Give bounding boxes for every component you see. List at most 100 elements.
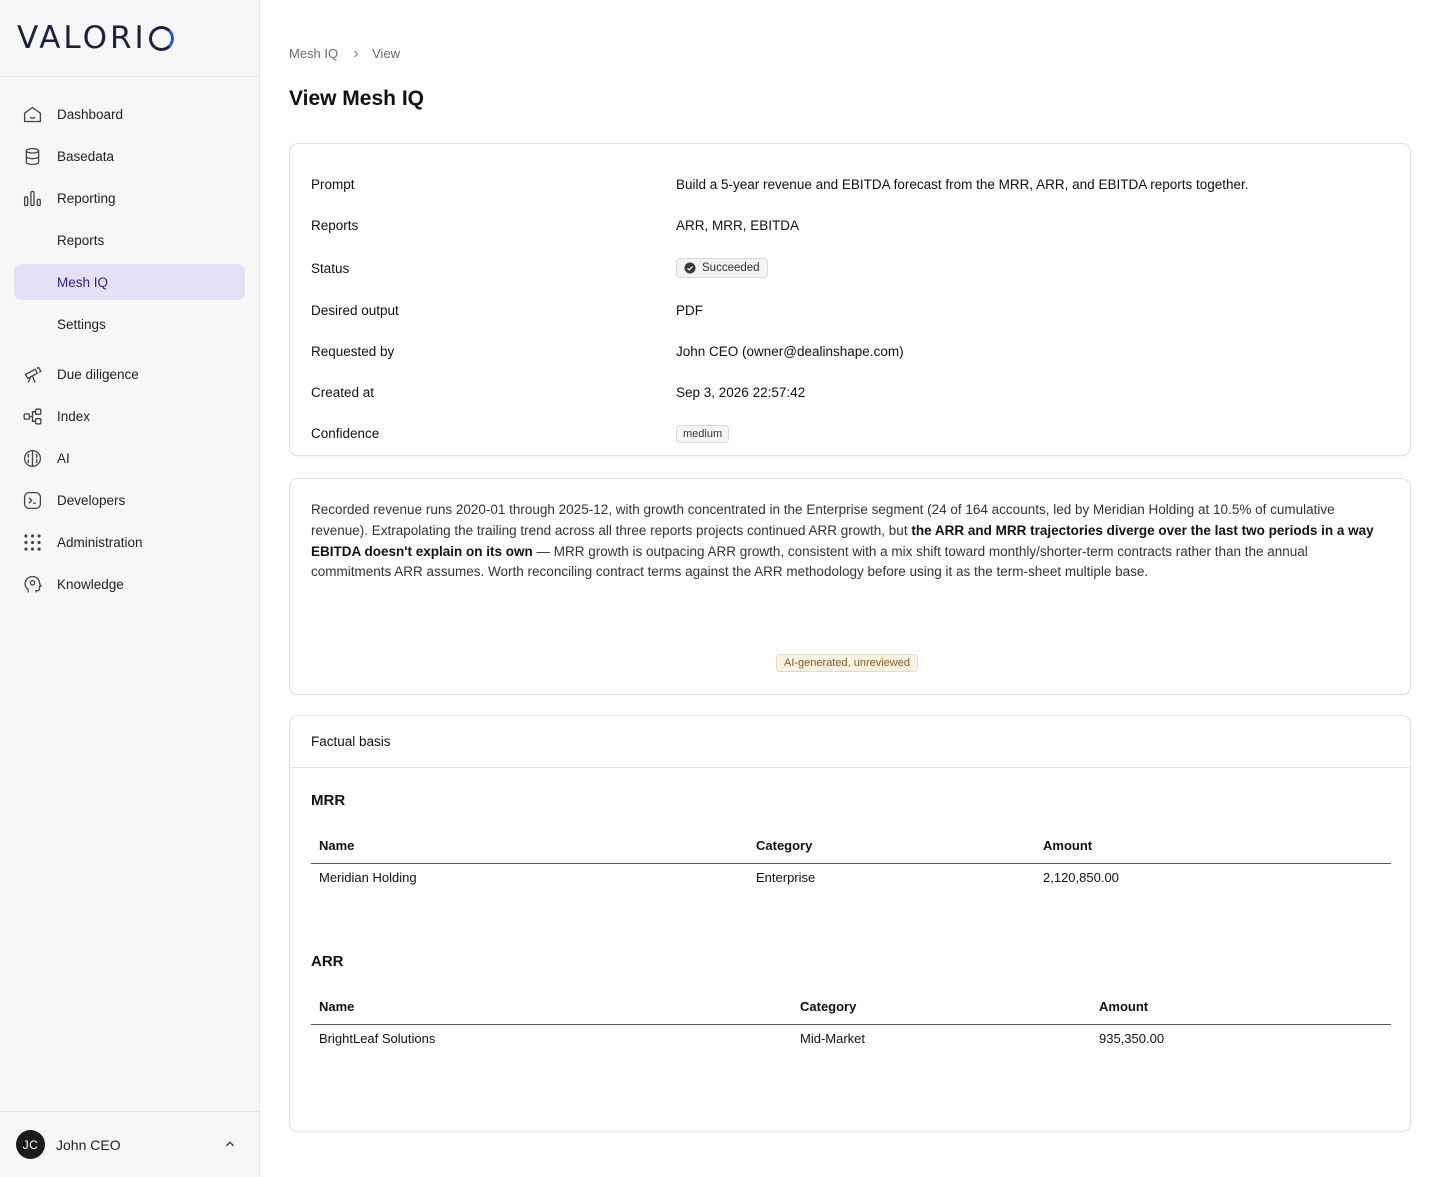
detail-label: Requested by [311, 344, 395, 359]
detail-value: ARR, MRR, EBITDA [676, 218, 800, 233]
ai-generated-badge: AI-generated, unreviewed [776, 654, 918, 672]
confidence-badge: medium [676, 424, 730, 443]
sidebar-nav: Dashboard Basedata Reporting Reports Mes… [0, 77, 259, 602]
sidebar-item-ai[interactable]: AI [14, 440, 245, 476]
table-header-row: Name Category Amount [311, 833, 1391, 864]
summary-card: Recorded revenue runs 2020-01 through 20… [289, 478, 1411, 695]
confidence-value-wrap: medium [676, 424, 730, 443]
column-header-category: Category [748, 833, 1035, 864]
sidebar: VALORI Dashboard Basedata Reporting Repo… [0, 0, 260, 1177]
database-icon [25, 147, 40, 166]
column-header-name: Name [311, 833, 748, 864]
cell-amount: 2,120,850.00 [1043, 869, 1119, 885]
detail-label: Desired output [311, 303, 399, 318]
table-row: Meridian Holding Enterprise 2,120,850.00 [311, 863, 1391, 889]
sidebar-item-reporting[interactable]: Reporting [14, 180, 245, 216]
home-icon [23, 106, 42, 123]
sidebar-item-knowledge[interactable]: Knowledge [14, 566, 245, 602]
sidebar-item-label: Administration [57, 534, 143, 550]
column-header-amount: Amount [1091, 994, 1391, 1025]
section-title-arr: ARR [311, 953, 344, 970]
bar-chart-icon [23, 190, 41, 207]
sidebar-item-reports[interactable]: Reports [14, 222, 245, 258]
mrr-table: Name Category Amount Meridian Holding En… [311, 833, 1391, 889]
breadcrumb-current: View [372, 46, 401, 61]
cell-category: Mid-Market [800, 1030, 866, 1046]
user-name: John CEO [56, 1136, 121, 1153]
detail-row-requested-by: Requested by John CEO (owner@dealinshape… [290, 331, 1410, 372]
detail-label: Prompt [311, 177, 355, 192]
factual-basis-card: Factual basis MRR Name Category Amount M… [289, 715, 1411, 1132]
sidebar-item-label: Developers [57, 492, 126, 508]
sidebar-item-mesh-iq[interactable]: Mesh IQ [14, 264, 245, 300]
summary-text: Recorded revenue runs 2020-01 through 20… [311, 500, 1389, 583]
breadcrumb: Mesh IQ View [289, 46, 400, 61]
sidebar-item-label: Basedata [57, 148, 115, 164]
detail-label: Confidence [311, 426, 380, 441]
check-circle-icon [684, 262, 696, 274]
sidebar-item-label: Knowledge [57, 576, 124, 592]
brand-header: VALORI [0, 0, 259, 77]
user-menu[interactable]: JC John CEO [0, 1111, 259, 1177]
sidebar-item-label: Settings [57, 316, 106, 332]
sidebar-item-label: Mesh IQ [57, 274, 109, 290]
arr-table: Name Category Amount BrightLeaf Solution… [311, 994, 1391, 1050]
logo-ring-icon [148, 25, 174, 51]
status-badge-label: Succeeded [702, 262, 760, 274]
factual-basis-title: Factual basis [290, 716, 1410, 768]
sidebar-item-dashboard[interactable]: Dashboard [14, 96, 245, 132]
column-header-amount: Amount [1035, 833, 1391, 864]
main-content: Mesh IQ View View Mesh IQ Prompt Build a… [260, 0, 1440, 1177]
detail-label: Status [311, 260, 350, 276]
sidebar-item-due-diligence[interactable]: Due diligence [14, 356, 245, 392]
sidebar-item-settings[interactable]: Settings [14, 306, 245, 342]
sidebar-item-label: AI [57, 450, 70, 466]
details-card: Prompt Build a 5-year revenue and EBITDA… [289, 143, 1411, 456]
sidebar-item-label: Reporting [57, 190, 116, 206]
sidebar-item-label: Reports [57, 232, 105, 248]
brain-icon [23, 449, 42, 468]
table-row: BrightLeaf Solutions Mid-Market 935,350.… [311, 1024, 1391, 1050]
cell-name: BrightLeaf Solutions [319, 1030, 436, 1046]
grid-dots-icon [24, 534, 41, 551]
detail-value: PDF [676, 303, 703, 318]
status-value-wrap: Succeeded [676, 258, 768, 278]
telescope-icon [24, 366, 42, 383]
sidebar-item-label: Index [57, 408, 91, 424]
avatar: JC [16, 1130, 45, 1159]
page-title: View Mesh IQ [289, 87, 424, 110]
breadcrumb-parent-link[interactable]: Mesh IQ [289, 46, 338, 61]
detail-row-created-at: Created at Sep 3, 2026 22:57:42 [290, 372, 1410, 413]
detail-row-prompt: Prompt Build a 5-year revenue and EBITDA… [290, 164, 1410, 205]
sidebar-item-label: Dashboard [57, 106, 124, 122]
detail-row-status: Status Succeeded [290, 246, 1410, 290]
sidebar-item-developers[interactable]: Developers [14, 482, 245, 518]
sidebar-item-index[interactable]: Index [14, 398, 245, 434]
detail-value: Sep 3, 2026 22:57:42 [676, 385, 806, 400]
sidebar-item-basedata[interactable]: Basedata [14, 138, 245, 174]
chevron-right-icon [354, 50, 359, 57]
column-header-name: Name [311, 994, 792, 1025]
sidebar-item-label: Due diligence [57, 366, 139, 382]
detail-row-confidence: Confidence medium [290, 413, 1410, 454]
column-header-category: Category [792, 994, 1091, 1025]
table-header-row: Name Category Amount [311, 994, 1391, 1025]
terminal-icon [23, 491, 42, 510]
detail-value: Build a 5-year revenue and EBITDA foreca… [676, 177, 1249, 192]
cell-amount: 935,350.00 [1099, 1030, 1165, 1046]
graph-nodes-icon [23, 408, 42, 425]
status-badge: Succeeded [676, 258, 768, 278]
valorio-logo[interactable]: VALORI [17, 22, 174, 54]
head-icon [24, 575, 42, 593]
detail-row-reports: Reports ARR, MRR, EBITDA [290, 205, 1410, 246]
logo-text: VALORI [17, 20, 147, 56]
section-title-mrr: MRR [311, 792, 346, 809]
detail-label: Reports [311, 218, 359, 233]
cell-name: Meridian Holding [319, 869, 417, 885]
detail-label: Created at [311, 385, 375, 400]
chevron-up-icon[interactable] [223, 1137, 237, 1151]
sidebar-item-administration[interactable]: Administration [14, 524, 245, 560]
cell-category: Enterprise [756, 869, 816, 885]
detail-value: John CEO (owner@dealinshape.com) [676, 344, 904, 359]
